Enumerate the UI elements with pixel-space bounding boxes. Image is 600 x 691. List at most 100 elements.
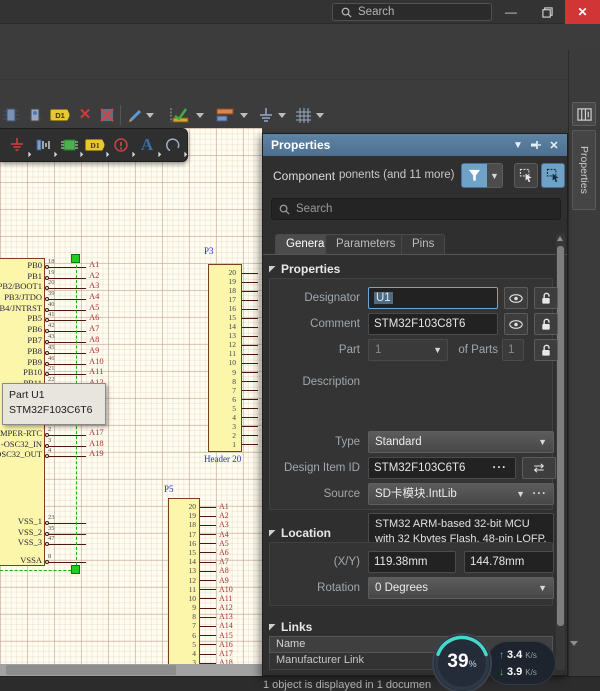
tab-parameters[interactable]: Parameters: [325, 234, 406, 255]
p5-pin-row[interactable]: 7 A14: [168, 621, 262, 630]
comment-lock-button[interactable]: [534, 313, 558, 335]
part-a-icon[interactable]: [2, 105, 20, 125]
scrollbar-thumb[interactable]: [557, 246, 564, 626]
comment-input[interactable]: STM32F103C8T6: [368, 313, 498, 335]
p3-pin-row[interactable]: 5: [208, 404, 262, 413]
power-caret-icon[interactable]: [278, 105, 286, 125]
p5-pin-row[interactable]: 8 A13: [168, 612, 262, 621]
u1-pin-row[interactable]: VSSA 8: [0, 555, 130, 566]
p5-pin-row[interactable]: 13 A8: [168, 566, 262, 575]
p3-connector[interactable]: P3 20 19 18: [196, 246, 262, 460]
p3-pin-row[interactable]: 7: [208, 386, 262, 395]
p5-pin-row[interactable]: 6 A15: [168, 631, 262, 640]
designator-input[interactable]: U1: [368, 287, 498, 309]
restore-button[interactable]: [530, 0, 564, 24]
section-location[interactable]: Location: [269, 526, 331, 540]
p3-pin-row[interactable]: 4: [208, 413, 262, 422]
p5-pin-row[interactable]: 5 A16: [168, 640, 262, 649]
gnd-power-port-icon[interactable]: [4, 132, 30, 158]
p5-pin-row[interactable]: 18 A3: [168, 520, 262, 529]
designator-d1-icon[interactable]: D1: [82, 132, 108, 158]
part-lock-button[interactable]: [534, 339, 558, 361]
p5-pin-row[interactable]: 14 A7: [168, 557, 262, 566]
p5-pin-row[interactable]: 20 A1: [168, 502, 262, 511]
swap-variant-button[interactable]: ⇄: [522, 457, 556, 479]
designator-d1-icon[interactable]: D1: [48, 105, 72, 125]
x-input[interactable]: 119.38mm: [368, 551, 456, 573]
p3-pin-row[interactable]: 9: [208, 368, 262, 377]
p3-pin-row[interactable]: 20: [208, 268, 262, 277]
text-string-icon[interactable]: A: [134, 132, 160, 158]
p3-pin-row[interactable]: 11: [208, 349, 262, 358]
part-dropdown[interactable]: 1 ▼: [368, 339, 448, 361]
p3-pin-row[interactable]: 13: [208, 331, 262, 340]
p3-pin-row[interactable]: 1: [208, 440, 262, 449]
p3-pin-row[interactable]: 10: [208, 358, 262, 367]
p5-pin-row[interactable]: 4 A17: [168, 649, 262, 658]
sheet-caret-icon[interactable]: [240, 105, 248, 125]
rotation-dropdown[interactable]: 0 Degrees ▼: [368, 577, 554, 599]
arc-icon[interactable]: [160, 132, 186, 158]
grid-icon[interactable]: [292, 105, 314, 125]
sheet-symbol-icon[interactable]: [214, 105, 236, 125]
properties-panel-tab[interactable]: Properties: [572, 130, 596, 210]
more-icon[interactable]: ···: [533, 484, 548, 504]
close-button[interactable]: ✕: [565, 0, 600, 24]
y-input[interactable]: 144.78mm: [464, 551, 554, 573]
p5-pin-row[interactable]: 16 A5: [168, 539, 262, 548]
filter-button[interactable]: [461, 163, 488, 188]
p3-pin-row[interactable]: 2: [208, 431, 262, 440]
wire-pencil-icon[interactable]: [127, 105, 145, 125]
selection-handle[interactable]: [71, 254, 80, 263]
no-erc-cross-icon[interactable]: [98, 105, 116, 125]
p3-pin-row[interactable]: 6: [208, 395, 262, 404]
panel-pin-icon[interactable]: [529, 138, 543, 152]
of-parts-input[interactable]: 1: [502, 339, 524, 361]
network-speed-pill[interactable]: ↑ 3.4 K/s ↓ 3.9 K/s: [486, 641, 556, 685]
p5-pin-row[interactable]: 15 A6: [168, 548, 262, 557]
schematic-canvas[interactable]: D1 A PB0 18: [0, 128, 262, 664]
select-touching-button[interactable]: [541, 163, 565, 188]
comment-visibility-button[interactable]: [504, 313, 528, 335]
p3-pin-row[interactable]: 15: [208, 313, 262, 322]
designator-visibility-button[interactable]: [504, 287, 528, 309]
section-links[interactable]: Links: [269, 620, 312, 634]
p5-pin-row[interactable]: 11 A10: [168, 585, 262, 594]
p5-connector[interactable]: P5 20 A1 19 A2: [156, 484, 262, 664]
minimize-button[interactable]: —: [494, 0, 528, 24]
panel-close-icon[interactable]: ✕: [547, 138, 561, 152]
p3-pin-row[interactable]: 12: [208, 340, 262, 349]
p3-pin-row[interactable]: 17: [208, 295, 262, 304]
scrollbar-thumb[interactable]: [6, 665, 176, 675]
p3-pin-row[interactable]: 18: [208, 286, 262, 295]
design-item-id-input[interactable]: STM32F103C6T6 ···: [368, 457, 516, 479]
selection-handle[interactable]: [71, 565, 80, 574]
designator-lock-button[interactable]: [534, 287, 558, 309]
panels-icon[interactable]: [572, 102, 596, 126]
p5-pin-row[interactable]: 19 A2: [168, 511, 262, 520]
p3-pin-row[interactable]: 8: [208, 377, 262, 386]
type-dropdown[interactable]: Standard ▼: [368, 431, 554, 453]
source-dropdown[interactable]: SD卡模块.IntLib ▼ ···: [368, 483, 554, 505]
panel-menu-caret-icon[interactable]: ▼: [511, 138, 525, 152]
global-search-input[interactable]: Search: [332, 3, 492, 21]
delete-cross-icon[interactable]: ✕: [76, 105, 94, 125]
filter-caret-button[interactable]: ▼: [487, 163, 503, 188]
panel-search-input[interactable]: Search: [271, 198, 561, 220]
p5-pin-row[interactable]: 17 A4: [168, 530, 262, 539]
p5-pin-row[interactable]: 9 A12: [168, 603, 262, 612]
panel-header[interactable]: Properties ▼ ✕: [263, 134, 567, 156]
horizontal-scrollbar[interactable]: [0, 664, 262, 676]
p5-pin-row[interactable]: 12 A9: [168, 576, 262, 585]
measure-caret-icon[interactable]: [196, 105, 204, 125]
tab-pins[interactable]: Pins: [401, 234, 445, 255]
p3-pin-row[interactable]: 3: [208, 422, 262, 431]
more-icon[interactable]: ···: [493, 458, 508, 478]
p3-pin-row[interactable]: 19: [208, 277, 262, 286]
battery-icon[interactable]: [30, 132, 56, 158]
p3-pin-row[interactable]: 14: [208, 322, 262, 331]
rail-dropdown-caret-icon[interactable]: [570, 641, 578, 646]
part-icon[interactable]: [56, 132, 82, 158]
measure-icon[interactable]: [168, 105, 192, 125]
no-erc-icon[interactable]: [108, 132, 134, 158]
